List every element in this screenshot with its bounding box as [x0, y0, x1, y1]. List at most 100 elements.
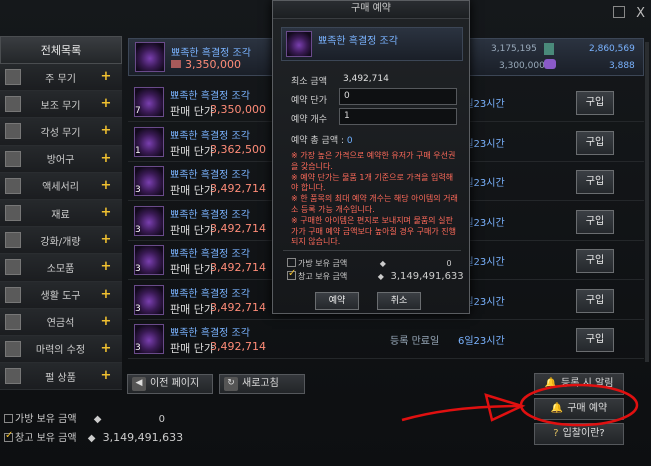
silver-icon: ◆: [377, 272, 384, 281]
price-label: 판매 단가: [170, 302, 214, 316]
item-quantity: 3: [135, 303, 141, 314]
expand-icon[interactable]: +: [100, 342, 112, 355]
shield-icon: [5, 96, 21, 113]
sidebar-item-label: 연금석: [46, 318, 75, 330]
inventory-checkbox[interactable]: [4, 414, 13, 423]
refresh-button[interactable]: ↻ 새로고침: [219, 374, 305, 394]
buy-button[interactable]: 구입: [576, 249, 614, 273]
inventory-label: 가방 보유 금액: [15, 414, 77, 425]
silver-icon: ◆: [87, 433, 96, 444]
potion-icon: [5, 259, 21, 276]
sidebar-item[interactable]: 액세서리 +: [0, 172, 122, 200]
cancel-button[interactable]: 취소: [377, 292, 421, 310]
item-name: 뾰족한 흑결정 조각: [170, 170, 250, 181]
price-label: 판매 단가: [170, 342, 214, 355]
sidebar-item[interactable]: 주 무기 +: [0, 64, 122, 92]
buy-button[interactable]: 구입: [576, 209, 614, 234]
price-label: 판매 단가: [170, 144, 214, 158]
expand-icon[interactable]: +: [100, 206, 112, 219]
expiry-label: 등록 만료일: [390, 336, 440, 347]
black-crystal-icon: 7: [134, 87, 164, 117]
item-name: 뾰족한 흑결정 조각: [170, 328, 250, 339]
dialog-title: 구매 예약: [273, 1, 469, 19]
silver-icon: ◆: [93, 414, 102, 425]
warehouse-checkbox[interactable]: [4, 430, 13, 442]
sidebar-item-label: 펄 상품: [45, 372, 76, 384]
expand-icon[interactable]: +: [100, 315, 112, 328]
black-crystal-icon: 3: [134, 166, 164, 196]
sidebar-item-label: 마력의 수정: [35, 345, 86, 357]
buy-button[interactable]: 구입: [576, 170, 614, 194]
min-price-value: 3,492,714: [343, 74, 389, 84]
note-line: ※ 가장 높은 가격으로 예약한 유저가 구매 우선권을 갖습니다.: [291, 151, 456, 171]
purchase-reservation-dialog: 구매 예약 뾰족한 흑결정 조각 최소 금액 3,492,714 예약 단가 0…: [272, 0, 470, 314]
purchase-reserve-button[interactable]: 🔔 구매 예약: [534, 398, 624, 420]
sidebar-item[interactable]: 생활 도구 +: [0, 281, 122, 309]
confirm-reserve-button[interactable]: 예약: [315, 292, 359, 310]
reservation-notes: ※ 가장 높은 가격으로 예약한 유저가 구매 우선권을 갖습니다. ※ 예약 …: [291, 151, 459, 248]
buy-button[interactable]: 구입: [576, 328, 614, 352]
buy-button[interactable]: 구입: [576, 91, 614, 115]
expand-icon[interactable]: +: [100, 97, 112, 110]
note-line: ※ 예약 단가는 물품 1개 기준으로 가격을 입력해야 합니다.: [291, 172, 454, 193]
count-label: 예약 개수: [291, 115, 327, 125]
bag-checkbox[interactable]: [287, 258, 296, 267]
wh-label: 창고 보유 금액: [298, 272, 348, 281]
black-crystal-icon: 3: [134, 324, 164, 354]
sidebar-item-label: 주 무기: [45, 73, 76, 85]
sidebar-item-label: 각성 무기: [40, 127, 81, 139]
item-name: 뾰족한 흑결정 조각: [170, 288, 250, 300]
sidebar-item-label: 재료: [51, 209, 70, 221]
unit-price-label: 예약 단가: [291, 96, 327, 106]
stat-value: 2,860,569: [589, 44, 635, 54]
item-name: 뾰족한 흑결정 조각: [170, 249, 250, 260]
dialog-item-card: 뾰족한 흑결정 조각: [281, 27, 463, 61]
reserve-label: 구매 예약: [567, 403, 608, 414]
price-value: 3,492,714: [210, 221, 266, 235]
window-option-icon[interactable]: [613, 6, 625, 18]
count-input[interactable]: 1: [339, 108, 457, 125]
expand-icon[interactable]: +: [100, 288, 112, 301]
close-icon[interactable]: X: [636, 6, 645, 21]
sidebar-item[interactable]: 보조 무기 +: [0, 91, 122, 119]
min-price-label: 최소 금액: [291, 77, 327, 87]
sidebar-item[interactable]: 재료 +: [0, 199, 122, 228]
item-quantity: 1: [135, 145, 141, 156]
armor-icon: [5, 150, 21, 167]
black-crystal-icon: 3: [134, 284, 164, 315]
expand-icon[interactable]: +: [100, 233, 112, 246]
unit-price-input[interactable]: 0: [339, 88, 457, 105]
divider: [283, 250, 461, 251]
sidebar-item[interactable]: 각성 무기 +: [0, 118, 122, 146]
sidebar-item[interactable]: 방어구 +: [0, 145, 122, 173]
sidebar-item[interactable]: 펄 상품 +: [0, 363, 122, 391]
sidebar-item[interactable]: 연금석 +: [0, 308, 122, 336]
inventory-balance: 가방 보유 금액 ◆ 0: [4, 410, 165, 425]
prev-page-button[interactable]: ◀ 이전 페이지: [127, 374, 213, 394]
bid-help-button[interactable]: ? 입찰이란?: [534, 423, 624, 445]
expand-icon[interactable]: +: [100, 369, 112, 382]
expand-icon[interactable]: +: [100, 124, 112, 137]
expand-icon[interactable]: +: [100, 152, 112, 165]
enhance-icon: [5, 232, 21, 249]
total-value: 0: [346, 136, 353, 146]
expand-icon[interactable]: +: [100, 179, 112, 192]
item-price-value: 3,350,000: [185, 58, 241, 71]
sidebar-item[interactable]: 마력의 수정 +: [0, 335, 122, 364]
sidebar-item[interactable]: 소모품 +: [0, 254, 122, 282]
item-quantity: 3: [135, 224, 141, 235]
register-notify-button[interactable]: 🔔 등록 시 알림: [534, 373, 624, 395]
buy-button[interactable]: 구입: [576, 288, 614, 313]
warehouse-checkbox[interactable]: [287, 268, 296, 280]
price-value: 3,492,714: [210, 300, 266, 314]
sidebar-header[interactable]: 전체목록: [0, 36, 122, 64]
item-quantity: 3: [135, 185, 141, 195]
listing-scrollbar[interactable]: [645, 42, 649, 362]
buy-button[interactable]: 구입: [576, 130, 614, 155]
price-label: 판매 단가: [170, 105, 214, 118]
silver-coin-icon: [171, 60, 181, 68]
expand-icon[interactable]: +: [100, 70, 112, 83]
expand-icon[interactable]: +: [100, 260, 112, 273]
sidebar-item-label: 강화/개량: [40, 236, 81, 248]
sidebar-item[interactable]: 강화/개량 +: [0, 227, 122, 255]
